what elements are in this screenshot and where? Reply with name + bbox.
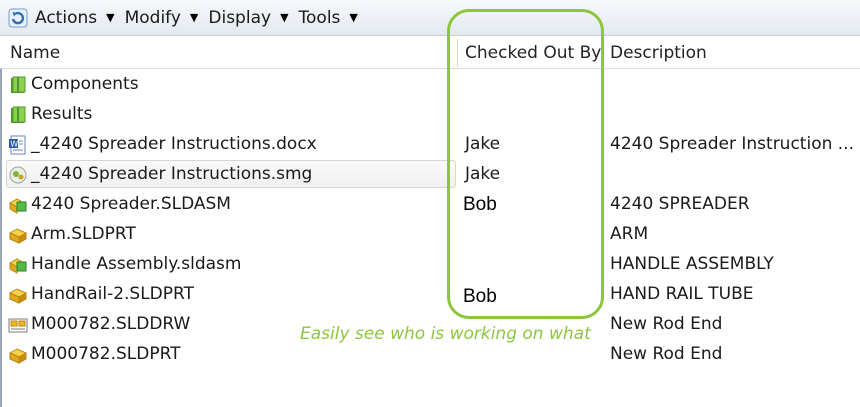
table-row[interactable]: Components	[0, 69, 860, 99]
table-row[interactable]: Arm.SLDPRT ARM	[0, 219, 860, 249]
file-description: HAND RAIL TUBE	[610, 284, 754, 304]
dropdown-arrow-icon: ▼	[280, 11, 289, 24]
toolbar: Actions ▼ Modify ▼ Display ▼ Tools ▼	[0, 0, 860, 36]
table-row[interactable]: Results	[0, 99, 860, 129]
column-header-description[interactable]: Description	[610, 37, 707, 69]
table-row[interactable]: HandRail-2.SLDPRT HAND RAIL TUBE	[0, 279, 860, 309]
dropdown-arrow-icon: ▼	[349, 11, 358, 24]
checked-out-by: Jake	[465, 134, 501, 154]
file-description: New Rod End	[610, 314, 723, 334]
file-name: Handle Assembly.sldasm	[31, 254, 242, 274]
menu-modify[interactable]: Modify ▼	[125, 8, 199, 28]
file-description: 4240 SPREADER	[610, 194, 750, 214]
menu-tools[interactable]: Tools ▼	[299, 8, 358, 28]
file-name: Arm.SLDPRT	[31, 224, 136, 244]
file-name: Components	[31, 74, 139, 94]
file-name: M000782.SLDDRW	[31, 314, 191, 334]
checked-out-by-overlay: Bob	[463, 194, 497, 215]
table-row-selected[interactable]: _4240 Spreader Instructions.smg Jake	[0, 159, 860, 189]
table-row[interactable]: 4240 Spreader.SLDASM 4240 SPREADER	[0, 189, 860, 219]
refresh-icon[interactable]	[8, 8, 28, 28]
file-description: HANDLE ASSEMBLY	[610, 254, 774, 274]
column-separator[interactable]	[457, 39, 458, 67]
svg-text:W: W	[10, 140, 18, 149]
menu-actions[interactable]: Actions ▼	[35, 8, 115, 28]
drawing-icon	[8, 318, 28, 333]
part-icon	[8, 228, 28, 244]
part-icon	[8, 288, 28, 304]
file-name: _4240 Spreader Instructions.smg	[31, 164, 313, 184]
file-description: New Rod End	[610, 344, 723, 364]
assembly-icon	[8, 198, 27, 214]
file-name: M000782.SLDPRT	[31, 344, 181, 364]
part-icon	[8, 348, 28, 364]
assembly-icon	[8, 258, 27, 274]
table-row[interactable]: Handle Assembly.sldasm HANDLE ASSEMBLY	[0, 249, 860, 279]
column-separator[interactable]	[602, 39, 603, 67]
folder-icon	[11, 106, 26, 123]
column-header-name[interactable]: Name	[10, 37, 60, 69]
menu-display[interactable]: Display ▼	[208, 8, 288, 28]
menu-actions-label: Actions	[35, 7, 98, 28]
file-name: HandRail-2.SLDPRT	[31, 284, 194, 304]
annotation-caption: Easily see who is working on what	[300, 324, 591, 344]
column-header-checked-out-by[interactable]: Checked Out By	[465, 37, 601, 69]
file-name: _4240 Spreader Instructions.docx	[31, 134, 317, 154]
file-name: 4240 Spreader.SLDASM	[31, 194, 231, 214]
folder-icon	[11, 76, 26, 93]
menu-tools-label: Tools	[298, 7, 341, 28]
column-header-row: Name Checked Out By Description	[0, 37, 860, 69]
menu-display-label: Display	[208, 7, 272, 28]
file-description: ARM	[610, 224, 649, 244]
table-row[interactable]: W _4240 Spreader Instructions.docx Jake …	[0, 129, 860, 159]
checked-out-by-overlay: Bob	[463, 286, 497, 307]
dropdown-arrow-icon: ▼	[106, 11, 115, 24]
file-name: Results	[31, 104, 93, 124]
smg-file-icon	[9, 166, 27, 184]
dropdown-arrow-icon: ▼	[189, 11, 199, 24]
file-description: 4240 Spreader Instruction ...	[610, 134, 854, 154]
word-doc-icon: W	[9, 135, 26, 155]
menu-modify-label: Modify	[124, 7, 181, 28]
